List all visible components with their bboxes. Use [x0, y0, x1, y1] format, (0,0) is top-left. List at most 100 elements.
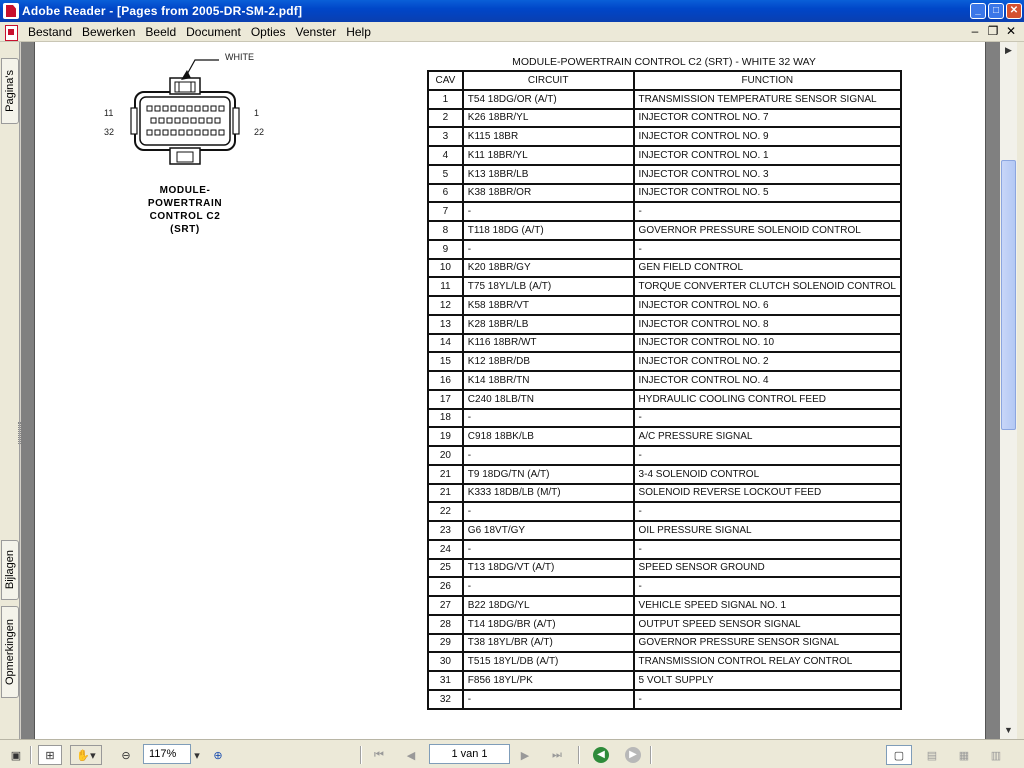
table-row: 21 K333 18DB/LB (M/T) SOLENOID REVERSE LOC…	[427, 482, 903, 504]
table-row: 17 C240 18LB/TN HYDRAULIC COOLING CONTROL …	[427, 388, 903, 410]
page-layout-icon[interactable]: ▣	[6, 745, 26, 765]
continuous-view-icon[interactable]: ▤	[922, 745, 942, 765]
zoom-out-icon[interactable]: ⊖	[118, 745, 134, 765]
pin-label-22: 22	[254, 127, 265, 137]
last-page-icon[interactable]: ⏭	[548, 745, 566, 765]
tab-comments[interactable]: Opmerkingen	[1, 606, 19, 698]
scrollbar-thumb[interactable]	[1001, 160, 1016, 430]
circuit-cell: -	[461, 538, 635, 560]
function-cell: INJECTOR CONTROL NO. 1	[632, 145, 903, 166]
function-cell: -	[632, 407, 903, 429]
right-frame-edge	[1017, 42, 1024, 739]
table-row: 13 K28 18BR/LB INJECTOR CONTROL NO. 8	[427, 313, 903, 335]
select-text-icon[interactable]: ⊞	[38, 745, 62, 765]
go-forward-icon[interactable]: ▶	[624, 745, 642, 765]
table-row: 28 T14 18DG/BR (A/T) OUTPUT SPEED SENSOR S…	[427, 613, 903, 635]
doc-minimize-button[interactable]: –	[968, 24, 982, 38]
circuit-cell: K26 18BR/YL	[461, 107, 635, 129]
circuit-cell: -	[461, 238, 635, 260]
table-row: 6 K38 18BR/OR INJECTOR CONTROL NO. 5	[427, 182, 903, 204]
table-row: 5 K13 18BR/LB INJECTOR CONTROL NO. 3	[427, 163, 903, 185]
function-cell: -	[632, 445, 903, 466]
menu-beeld[interactable]: Beeld	[140, 25, 181, 39]
cav-cell: 15	[427, 351, 464, 372]
document-icon[interactable]	[3, 24, 19, 41]
circuit-cell: -	[461, 501, 635, 522]
tab-comments-label: Opmerkingen	[4, 618, 16, 686]
cav-cell: 25	[427, 557, 464, 579]
tab-attachments[interactable]: Bijlagen	[1, 540, 19, 600]
zoom-in-icon[interactable]: ⊕	[210, 745, 226, 765]
table-row: 23 G6 18VT/GY OIL PRESSURE SIGNAL	[427, 520, 903, 541]
table-row: 16 K14 18BR/TN INJECTOR CONTROL NO. 4	[427, 370, 903, 391]
hand-tool-icon[interactable]: ✋▾	[70, 745, 102, 765]
page-number-field[interactable]: 1 van 1	[429, 744, 510, 764]
module-title-line: CONTROL C2	[149, 211, 221, 222]
facing-view-icon[interactable]: ▦	[954, 745, 974, 765]
cav-cell: 29	[427, 632, 464, 654]
pin-label-1: 1	[254, 108, 260, 118]
adobe-reader-icon	[3, 3, 19, 19]
cav-cell: 3	[427, 126, 464, 147]
cav-cell: 17	[427, 388, 464, 410]
previous-page-icon[interactable]: ◀	[402, 745, 420, 765]
scroll-up-arrow[interactable]: ▶	[1000, 42, 1017, 59]
menu-venster[interactable]: Venster	[291, 25, 342, 39]
pin-label-32: 32	[104, 127, 115, 137]
cav-cell: 6	[427, 182, 464, 204]
minimize-button[interactable]: _	[970, 3, 986, 19]
doc-restore-button[interactable]: ❐	[986, 24, 1000, 38]
table-row: 12 K58 18BR/VT INJECTOR CONTROL NO. 6	[427, 295, 903, 316]
pdf-page: WHITE 11 1 32 22 MODULE- POWERTRAIN CONT…	[34, 42, 986, 739]
circuit-cell: K13 18BR/LB	[461, 163, 635, 185]
continuous-facing-view-icon[interactable]: ▥	[986, 745, 1006, 765]
go-back-icon[interactable]: ◀	[592, 745, 610, 765]
doc-close-button[interactable]: ✕	[1004, 24, 1018, 38]
close-button[interactable]: ✕	[1006, 3, 1022, 19]
menu-bestand[interactable]: Bestand	[23, 25, 77, 39]
function-cell: A/C PRESSURE SIGNAL	[632, 426, 903, 447]
scroll-down-arrow[interactable]: ▼	[1000, 722, 1017, 739]
document-viewport[interactable]: WHITE 11 1 32 22 MODULE- POWERTRAIN CONT…	[21, 42, 1000, 739]
cav-cell: 30	[427, 651, 464, 672]
wire-color-label: WHITE	[225, 52, 254, 62]
table-row: 21 T9 18DG/TN (A/T) 3-4 SOLENOID CONTROL	[427, 463, 903, 485]
table-row: 11 T75 18YL/LB (A/T) TORQUE CONVERTER CLUT…	[427, 276, 903, 297]
function-cell: INJECTOR CONTROL NO. 3	[632, 163, 903, 185]
circuit-cell: T515 18YL/DB (A/T)	[461, 651, 635, 672]
circuit-cell: T54 18DG/OR (A/T)	[461, 88, 635, 110]
circuit-cell: K20 18BR/GY	[461, 257, 635, 279]
single-page-view-icon[interactable]: ▢	[886, 745, 912, 765]
cav-cell: 21	[427, 463, 464, 485]
cav-cell: 27	[427, 595, 464, 616]
tab-pages[interactable]: Pagina's	[1, 58, 19, 124]
function-cell: 3-4 SOLENOID CONTROL	[632, 463, 903, 485]
table-row: 22- -	[427, 501, 903, 522]
zoom-input[interactable]: 117%	[143, 744, 191, 764]
menu-document[interactable]: Document	[181, 25, 246, 39]
vertical-scrollbar[interactable]: ▶ ▼	[1000, 42, 1017, 739]
circuit-cell: K115 18BR	[461, 126, 635, 147]
circuit-cell: T75 18YL/LB (A/T)	[461, 276, 635, 297]
maximize-button[interactable]: □	[988, 3, 1004, 19]
first-page-icon[interactable]: ⏮	[370, 745, 388, 765]
module-title-line: (SRT)	[170, 224, 200, 235]
function-cell: INJECTOR CONTROL NO. 9	[632, 126, 903, 147]
cav-cell: 12	[427, 295, 464, 316]
menu-opties[interactable]: Opties	[246, 25, 291, 39]
menu-bewerken[interactable]: Bewerken	[77, 25, 140, 39]
function-cell: -	[632, 501, 903, 522]
table-row: 3 K115 18BR INJECTOR CONTROL NO. 9	[427, 126, 903, 147]
cav-cell: 8	[427, 220, 464, 241]
next-page-icon[interactable]: ▶	[516, 745, 534, 765]
circuit-cell: -	[461, 576, 635, 597]
table-row: 27 B22 18DG/YL VEHICLE SPEED SIGNAL NO. 1	[427, 595, 903, 616]
circuit-cell: F856 18YL/PK	[461, 670, 635, 691]
function-cell: TRANSMISSION TEMPERATURE SENSOR SIGNAL	[632, 88, 903, 110]
zoom-dropdown-icon[interactable]: ▾	[192, 745, 202, 765]
function-cell: INJECTOR CONTROL NO. 6	[632, 295, 903, 316]
pinout-table: CAV CIRCUIT FUNCTION 1 T54 18DG/OR (A/T) T…	[427, 70, 903, 710]
table-row: 1 T54 18DG/OR (A/T) TRANSMISSION TEMPERATU…	[427, 88, 903, 110]
menu-help[interactable]: Help	[341, 25, 376, 39]
table-row: 30 T515 18YL/DB (A/T) TRANSMISSION CONTROL…	[427, 651, 903, 672]
